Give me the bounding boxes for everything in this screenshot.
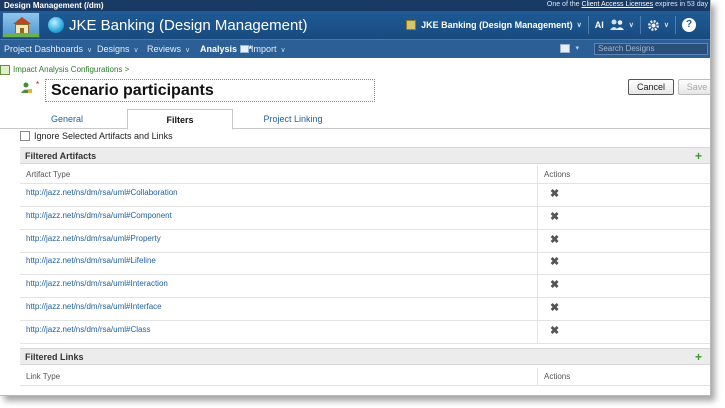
section-title: Filtered Artifacts (25, 151, 97, 161)
tab-project-linking[interactable]: Project Linking (240, 109, 346, 129)
artifact-type-link[interactable]: http://jazz.net/ns/dm/rsa/uml#Interface (26, 302, 162, 311)
table-row: http://jazz.net/ns/dm/rsa/uml#Interactio… (20, 275, 710, 299)
chevron-down-icon: ∨ (131, 47, 139, 54)
chevron-down-icon[interactable]: ∨ (577, 21, 582, 29)
nav-label: Project Dashboards (4, 44, 84, 54)
divider (587, 16, 589, 34)
nav-label: Designs (97, 44, 130, 54)
nav-reviews[interactable]: Reviews ∨ (147, 44, 190, 54)
delete-x-icon[interactable]: ✖ (550, 303, 559, 314)
app-title: Design Management (/dm) (4, 1, 104, 10)
project-header: JKE Banking (Design Management) JKE Bank… (0, 11, 710, 39)
analysis-menu-icon (239, 45, 249, 53)
divider (639, 16, 641, 34)
breadcrumb[interactable]: Impact Analysis Configurations > (13, 65, 129, 74)
section-title: Filtered Links (25, 352, 84, 362)
filtered-links-header: Filtered Links + (20, 348, 710, 365)
users-icon[interactable] (609, 19, 625, 31)
header-tools: JKE Banking (Design Management) ∨ Al ∨ ∨… (406, 11, 710, 39)
home-icon[interactable] (2, 12, 40, 38)
ignore-selected-option[interactable]: Ignore Selected Artifacts and Links (20, 130, 173, 142)
table-row: http://jazz.net/ns/dm/rsa/uml#Collaborat… (20, 184, 710, 207)
delete-x-icon[interactable]: ✖ (550, 234, 559, 246)
table-row: http://jazz.net/ns/dm/rsa/uml#Component ✖ (20, 206, 710, 230)
top-status-bar: Design Management (/dm) One of the Clien… (0, 0, 710, 11)
tab-general[interactable]: General (22, 109, 112, 129)
table-row: http://jazz.net/ns/dm/rsa/uml#Lifeline ✖ (20, 252, 710, 276)
plus-icon[interactable]: + (695, 150, 702, 162)
delete-x-icon[interactable]: ✖ (550, 325, 559, 337)
nav-analysis[interactable]: Analysis * (200, 44, 252, 54)
artifact-type-link[interactable]: http://jazz.net/ns/dm/rsa/uml#Class (26, 325, 151, 334)
project-switcher[interactable]: JKE Banking (Design Management) (421, 20, 573, 30)
chevron-down-icon[interactable]: ∨ (664, 21, 669, 29)
gear-icon[interactable] (647, 19, 660, 32)
nav-label: Reviews (147, 44, 182, 54)
column-artifact-type: Artifact Type (26, 170, 71, 179)
plus-icon[interactable]: + (695, 351, 702, 363)
project-switcher-icon (406, 20, 417, 30)
delete-x-icon[interactable]: ✖ (550, 257, 559, 268)
artifact-type-link[interactable]: http://jazz.net/ns/dm/rsa/uml#Interactio… (26, 279, 168, 288)
license-suffix: expires in 53 day (655, 1, 708, 8)
user-menu[interactable]: Al (595, 20, 604, 30)
save-button[interactable]: Save (678, 79, 710, 95)
ignore-selected-label: Ignore Selected Artifacts and Links (34, 131, 173, 141)
required-marker: * (36, 80, 40, 89)
column-actions: Actions (544, 372, 571, 381)
artifact-type-link[interactable]: http://jazz.net/ns/dm/rsa/uml#Lifeline (26, 256, 156, 265)
artifact-type-link[interactable]: http://jazz.net/ns/dm/rsa/uml#Collaborat… (26, 188, 178, 197)
project-area-icon (48, 17, 64, 33)
client-access-licenses-link[interactable]: Client Access Licenses (582, 1, 654, 8)
artifact-type-link[interactable]: http://jazz.net/ns/dm/rsa/uml#Property (26, 234, 161, 243)
scenario-icon (20, 82, 33, 97)
table-row: http://jazz.net/ns/dm/rsa/uml#Class ✖ (20, 320, 710, 344)
tab-bar: General Filters Project Linking (0, 109, 710, 130)
cancel-button[interactable]: Cancel (628, 79, 674, 95)
table-row: http://jazz.net/ns/dm/rsa/uml#Interface ✖ (20, 298, 710, 321)
chevron-down-icon: ∨ (278, 47, 286, 54)
delete-x-icon[interactable]: ✖ (550, 280, 559, 291)
filtered-artifacts-header: Filtered Artifacts + (20, 147, 710, 164)
help-icon[interactable]: ? (682, 18, 696, 32)
delete-x-icon[interactable]: ✖ (550, 211, 559, 223)
chevron-down-icon: ∨ (85, 47, 93, 54)
view-options-icon[interactable] (560, 44, 570, 53)
delete-x-icon[interactable]: ✖ (550, 189, 559, 200)
column-link-type: Link Type (26, 372, 61, 381)
chevron-down-icon: ∨ (183, 47, 191, 54)
column-actions: Actions (544, 170, 571, 179)
chevron-down-icon[interactable]: ∨ (629, 21, 634, 29)
nav-project-dashboards[interactable]: Project Dashboards ∨ (4, 44, 92, 54)
artifact-type-link[interactable]: http://jazz.net/ns/dm/rsa/uml#Component (26, 211, 172, 220)
app-window: Design Management (/dm) One of the Clien… (0, 0, 711, 396)
tab-filters[interactable]: Filters (127, 109, 233, 130)
license-prefix: One of the (546, 1, 580, 8)
search-input[interactable]: Search Designs (594, 43, 708, 55)
title-field[interactable]: Scenario participants (45, 79, 375, 102)
configuration-icon (0, 65, 10, 75)
project-title: JKE Banking (Design Management) (69, 17, 308, 34)
license-notice: One of the Client Access Licenses expire… (547, 1, 708, 8)
nav-import[interactable]: Import ∨ (251, 44, 286, 54)
artifact-table-header: Artifact Type Actions (20, 166, 710, 184)
ignore-selected-checkbox[interactable] (20, 131, 30, 141)
table-row: http://jazz.net/ns/dm/rsa/uml#Property ✖ (20, 229, 710, 253)
nav-designs[interactable]: Designs ∨ (97, 44, 139, 54)
page-title: Scenario participants (51, 82, 214, 99)
chevron-down-icon[interactable]: ▾ (575, 44, 579, 52)
link-table-header: Link Type Actions (20, 368, 710, 386)
nav-label: Analysis (200, 44, 238, 54)
main-navigation: Project Dashboards ∨ Designs ∨ Reviews ∨… (0, 39, 710, 58)
nav-label: Import (251, 44, 277, 54)
divider (675, 16, 676, 34)
